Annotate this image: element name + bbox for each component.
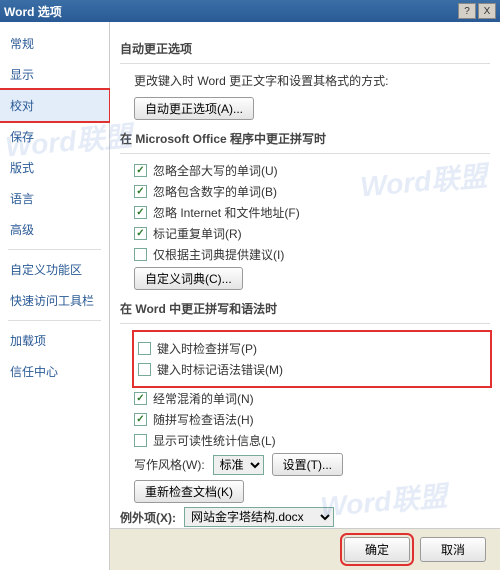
sidebar-item-customize-ribbon[interactable]: 自定义功能区 (0, 254, 109, 285)
sidebar-item-addins[interactable]: 加载项 (0, 325, 109, 356)
label-ignore-internet: 忽略 Internet 和文件地址(F) (153, 204, 300, 221)
label-confused-words: 经常混淆的单词(N) (153, 390, 254, 407)
window-title: Word 选项 (4, 3, 62, 20)
sidebar-item-language[interactable]: 语言 (0, 183, 109, 214)
custom-dict-button[interactable]: 自定义词典(C)... (134, 267, 243, 290)
checkbox-readability[interactable] (134, 434, 147, 447)
title-bar: Word 选项 ? X (0, 0, 500, 22)
checkbox-ignore-internet[interactable] (134, 206, 147, 219)
settings-button[interactable]: 设置(T)... (272, 453, 343, 476)
label-check-spelling: 键入时检查拼写(P) (157, 340, 257, 357)
sidebar-divider (8, 249, 101, 250)
label-readability: 显示可读性统计信息(L) (153, 432, 276, 449)
ok-button[interactable]: 确定 (344, 537, 410, 562)
checkbox-mark-grammar[interactable] (138, 363, 151, 376)
sidebar-item-proofing[interactable]: 校对 (0, 90, 109, 121)
label-ignore-uppercase: 忽略全部大写的单词(U) (153, 162, 278, 179)
label-flag-repeated: 标记重复单词(R) (153, 225, 242, 242)
checkbox-main-dict[interactable] (134, 248, 147, 261)
sidebar-item-save[interactable]: 保存 (0, 121, 109, 152)
checkbox-ignore-uppercase[interactable] (134, 164, 147, 177)
checkbox-flag-repeated[interactable] (134, 227, 147, 240)
sidebar-divider (8, 320, 101, 321)
label-main-dict: 仅根据主词典提供建议(I) (153, 246, 284, 263)
writing-style-select[interactable]: 标准 (213, 455, 264, 475)
sidebar-item-general[interactable]: 常规 (0, 28, 109, 59)
label-mark-grammar: 键入时标记语法错误(M) (157, 361, 283, 378)
writing-style-label: 写作风格(W): (134, 456, 205, 473)
checkbox-check-spelling[interactable] (138, 342, 151, 355)
label-grammar-with-spelling: 随拼写检查语法(H) (153, 411, 254, 428)
autocorrect-options-button[interactable]: 自动更正选项(A)... (134, 97, 254, 120)
help-icon[interactable]: ? (458, 3, 476, 19)
window-controls: ? X (458, 3, 496, 19)
section-office-spelling: 在 Microsoft Office 程序中更正拼写时 (120, 130, 490, 147)
section-autocorrect: 自动更正选项 (120, 40, 490, 57)
label-ignore-numbers: 忽略包含数字的单词(B) (153, 183, 277, 200)
dialog-buttons: 确定 取消 (110, 528, 500, 570)
section-word-spelling: 在 Word 中更正拼写和语法时 (120, 300, 490, 317)
checkbox-grammar-with-spelling[interactable] (134, 413, 147, 426)
sidebar-item-display[interactable]: 显示 (0, 59, 109, 90)
recheck-button[interactable]: 重新检查文档(K) (134, 480, 244, 503)
section-exceptions: 例外项(X): (120, 509, 176, 526)
checkbox-confused-words[interactable] (134, 392, 147, 405)
autocorrect-text: 更改键入时 Word 更正文字和设置其格式的方式: (134, 72, 388, 89)
sidebar-item-advanced[interactable]: 高级 (0, 214, 109, 245)
close-icon[interactable]: X (478, 3, 496, 19)
main-panel: 自动更正选项 更改键入时 Word 更正文字和设置其格式的方式: 自动更正选项(… (110, 22, 500, 570)
cancel-button[interactable]: 取消 (420, 537, 486, 562)
highlight-box-checks: 键入时检查拼写(P) 键入时标记语法错误(M) (134, 332, 490, 386)
sidebar: 常规 显示 校对 保存 版式 语言 高级 自定义功能区 快速访问工具栏 加载项 … (0, 22, 110, 570)
sidebar-item-qat[interactable]: 快速访问工具栏 (0, 285, 109, 316)
sidebar-item-layout[interactable]: 版式 (0, 152, 109, 183)
sidebar-item-trust[interactable]: 信任中心 (0, 356, 109, 387)
exception-doc-select[interactable]: 网站金字塔结构.docx (184, 507, 334, 527)
checkbox-ignore-numbers[interactable] (134, 185, 147, 198)
